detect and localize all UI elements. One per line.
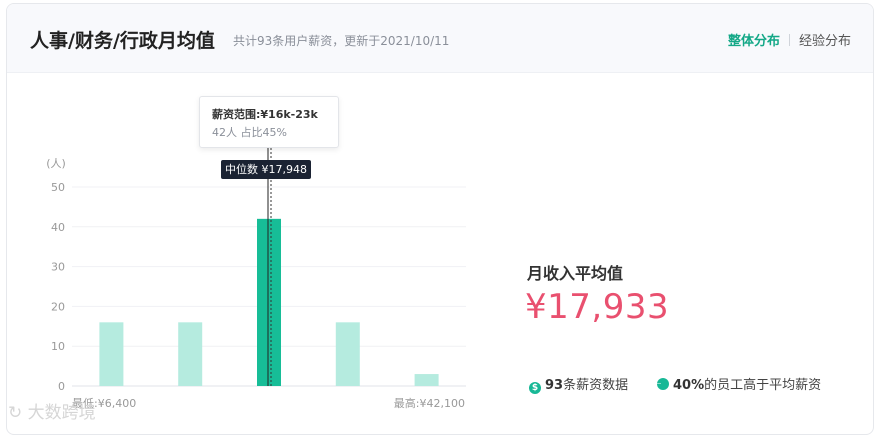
tooltip-range: 薪资范围:¥16k-23k	[212, 108, 318, 121]
y-tick-label: 30	[51, 261, 65, 274]
x-max-label: 最高:¥42,100	[394, 396, 465, 410]
bar	[178, 322, 203, 386]
y-tick-label: 0	[58, 380, 65, 393]
stat-record-count-text: 条薪资数据	[563, 378, 629, 393]
stat-above-average-text: 的员工高于平均薪资	[704, 378, 822, 393]
bar	[99, 322, 124, 386]
y-tick-label: 20	[51, 300, 65, 313]
watermark-logo: ↻ 大数跨境	[8, 403, 96, 423]
bar	[335, 322, 360, 386]
median-tag: 中位数 ¥17,948	[221, 160, 311, 179]
y-tick-label: 10	[51, 340, 65, 353]
y-tick-label: 40	[51, 221, 65, 234]
bar-highlighted	[257, 218, 281, 386]
salary-bar-chart: 01020304050(人)最低:¥6,400 最高:¥42,100	[46, 148, 466, 410]
average-label: 月收入平均值	[527, 264, 624, 283]
stat-above-average-number: 40%	[673, 378, 705, 393]
tooltip-detail: 42人 占比45%	[212, 126, 287, 139]
stat-record-count: $93条薪资数据	[529, 374, 628, 394]
y-tick-label: 50	[51, 181, 65, 194]
dollar-circle-icon: $	[529, 382, 541, 394]
y-axis-unit-label: (人)	[46, 157, 66, 170]
stat-record-count-number: 93	[545, 378, 564, 393]
bar-tooltip: 薪资范围:¥16k-23k 42人 占比45%	[199, 96, 339, 148]
bar	[414, 374, 439, 386]
average-value: ¥17,933	[525, 287, 670, 327]
stat-above-average: 40%的员工高于平均薪资	[657, 374, 821, 393]
watermark-text: 大数跨境	[27, 403, 96, 423]
pie-chart-icon	[657, 378, 669, 390]
